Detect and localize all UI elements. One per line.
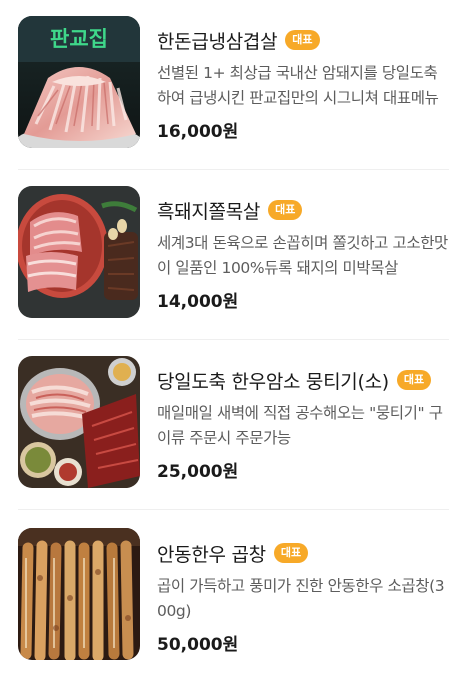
- menu-item-title-row: 안동한우 곱창 대표: [157, 539, 449, 567]
- menu-item-name: 한돈급냉삼겹살: [157, 30, 278, 53]
- menu-item-photo[interactable]: [18, 186, 140, 318]
- menu-item-photo[interactable]: 판교집: [18, 16, 140, 148]
- menu-item-black-pork-neck[interactable]: 흑돼지쫄목살 대표 세계3대 돈육으로 손꼽히며 쫄깃하고 고소한맛이 일품인 …: [0, 170, 466, 340]
- menu-item-description: 곱이 가득하고 풍미가 진한 안동한우 소곱창(300g): [157, 577, 445, 620]
- menu-item-price: 25,000원: [157, 462, 239, 482]
- menu-item-photo[interactable]: [18, 356, 140, 488]
- menu-item-name: 흑돼지쫄목살: [157, 200, 261, 223]
- menu-item-description: 선별된 1+ 최상급 국내산 암돼지를 당일도축하여 급냉시킨 판교집만의 시그…: [157, 64, 439, 107]
- restaurant-sign-text: 판교집: [50, 27, 108, 51]
- menu-item-price: 50,000원: [157, 635, 239, 655]
- menu-item-title-row: 흑돼지쫄목살 대표: [157, 196, 449, 224]
- gopchang-grill-photo: [18, 528, 140, 660]
- samgyeopsal-photo: 판교집: [18, 16, 140, 148]
- menu-item-price: 14,000원: [157, 292, 239, 312]
- menu-item-info: 흑돼지쫄목살 대표 세계3대 돈육으로 손꼽히며 쫄깃하고 고소한맛이 일품인 …: [157, 196, 449, 312]
- menu-item-title-row: 당일도축 한우암소 뭉티기(소) 대표: [157, 366, 449, 394]
- black-pork-neck-photo: [18, 186, 140, 318]
- menu-item-pork-belly[interactable]: 판교집 한돈급냉삼겹살 대표 선별된 1+ 최상급 국내산 암돼지를 당일도축하…: [0, 0, 466, 170]
- menu-item-andong-gopchang[interactable]: 안동한우 곱창 대표 곱이 가득하고 풍미가 진한 안동한우 소곱창(300g)…: [0, 510, 466, 680]
- mungtigi-spread-photo: [18, 356, 140, 488]
- menu-item-photo[interactable]: [18, 528, 140, 660]
- menu-item-info: 안동한우 곱창 대표 곱이 가득하고 풍미가 진한 안동한우 소곱창(300g)…: [157, 539, 449, 655]
- menu-item-title-row: 한돈급냉삼겹살 대표: [157, 26, 449, 54]
- representative-badge: 대표: [273, 543, 309, 563]
- menu-item-hanwoo-mungtigi[interactable]: 당일도축 한우암소 뭉티기(소) 대표 매일매일 새벽에 직접 공수해오는 "뭉…: [0, 340, 466, 510]
- menu-item-info: 한돈급냉삼겹살 대표 선별된 1+ 최상급 국내산 암돼지를 당일도축하여 급냉…: [157, 26, 449, 142]
- menu-item-price: 16,000원: [157, 122, 239, 142]
- menu-item-description: 매일매일 새벽에 직접 공수해오는 "뭉티기" 구이류 주문시 주문가능: [157, 404, 443, 447]
- representative-badge: 대표: [396, 370, 432, 390]
- menu-item-name: 안동한우 곱창: [157, 543, 266, 566]
- representative-badge: 대표: [285, 30, 320, 50]
- menu-item-description: 세계3대 돈육으로 손꼽히며 쫄깃하고 고소한맛이 일품인 100%듀록 돼지의…: [157, 234, 448, 277]
- representative-badge: 대표: [268, 200, 303, 220]
- menu-item-name: 당일도축 한우암소 뭉티기(소): [157, 370, 389, 393]
- menu-list: 판교집 한돈급냉삼겹살 대표 선별된 1+ 최상급 국내산 암돼지를 당일도축하…: [0, 0, 466, 677]
- menu-item-info: 당일도축 한우암소 뭉티기(소) 대표 매일매일 새벽에 직접 공수해오는 "뭉…: [157, 366, 449, 482]
